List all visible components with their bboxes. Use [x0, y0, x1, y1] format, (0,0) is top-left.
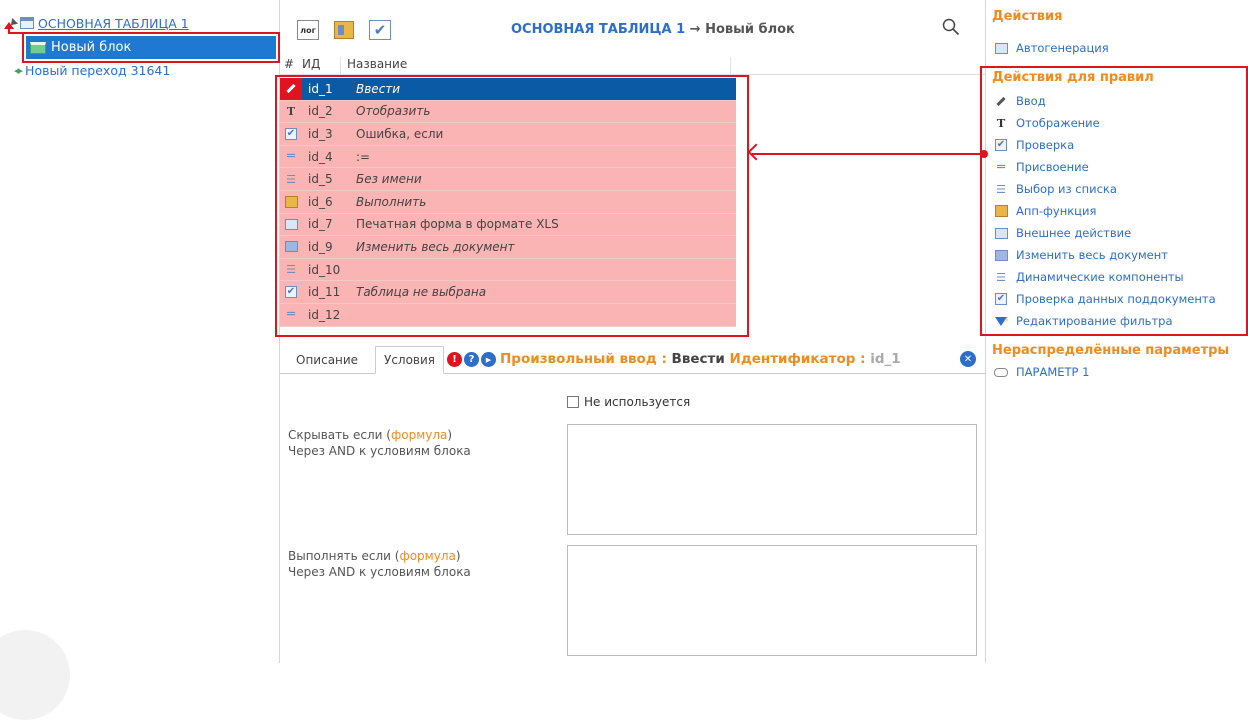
param-label: ПАРАМЕТР 1	[1016, 365, 1090, 379]
highlight-connector-line	[752, 153, 983, 155]
component-name: Ввести	[671, 351, 725, 367]
hide-if-note: Через AND к условиям блока	[288, 444, 471, 458]
log-button[interactable]: лог	[297, 20, 319, 40]
exec-if-note: Через AND к условиям блока	[288, 565, 471, 579]
col-hash[interactable]: #	[280, 57, 300, 74]
help-icon[interactable]: ?	[464, 352, 479, 367]
param-item[interactable]: ПАРАМЕТР 1	[994, 362, 1089, 382]
tree-item-root-table[interactable]: ОСНОВНАЯ ТАБЛИЦА 1	[8, 13, 189, 33]
highlight-box-grid	[275, 75, 749, 337]
identifier-label: Идентификатор :	[724, 351, 871, 367]
exec-if-prefix: Выполнять если (	[288, 549, 400, 563]
parameter-icon	[994, 367, 1008, 377]
play-icon[interactable]: ▶	[481, 352, 496, 367]
params-header: Нераспределённые параметры	[992, 343, 1230, 358]
tree-transition-label: Новый переход 31641	[25, 62, 171, 78]
breadcrumb: ОСНОВНАЯ ТАБЛИЦА 1 → Новый блок	[511, 22, 795, 37]
table-icon	[20, 17, 34, 29]
autogen-label: Автогенерация	[1016, 41, 1109, 55]
search-icon[interactable]	[942, 18, 960, 36]
tree-root-label: ОСНОВНАЯ ТАБЛИЦА 1	[38, 15, 189, 31]
app-function-icon	[334, 21, 354, 39]
help-bubble[interactable]	[0, 630, 70, 720]
exec-if-suffix: )	[455, 549, 461, 563]
actions-header: Действия	[992, 9, 1063, 24]
breadcrumb-table: ОСНОВНАЯ ТАБЛИЦА 1	[511, 22, 686, 37]
highlight-line-tree-horizontal	[8, 32, 23, 34]
transition-arrows-icon: ◂▸	[14, 63, 23, 77]
hide-if-suffix: )	[447, 428, 453, 442]
warning-icon[interactable]: !	[447, 352, 462, 367]
component-type: Произвольный ввод :	[500, 351, 672, 367]
tab-description[interactable]: Описание	[288, 346, 366, 374]
toolbar: лог ✔ ОСНОВНАЯ ТАБЛИЦА 1 → Новый блок	[280, 0, 986, 56]
hide-if-textarea[interactable]	[567, 424, 977, 535]
tab-conditions[interactable]: Условия	[375, 346, 445, 374]
exec-if-formula-link[interactable]: формула	[399, 549, 455, 563]
close-icon[interactable]: ✕	[960, 351, 976, 367]
breadcrumb-block: Новый блок	[705, 22, 795, 37]
highlight-box-tree	[22, 32, 280, 63]
app-function-button[interactable]	[333, 20, 355, 40]
identifier-value: id_1	[870, 351, 901, 367]
tree-pane: ОСНОВНАЯ ТАБЛИЦА 1 Новый блок ◂▸ Новый п…	[0, 0, 280, 720]
col-empty	[730, 57, 986, 74]
hide-if-prefix: Скрывать если (	[288, 428, 391, 442]
autogen-action[interactable]: Автогенерация	[994, 38, 1109, 58]
checkbox[interactable]	[567, 396, 579, 408]
exec-if-label: Выполнять если (формула) Через AND к усл…	[288, 548, 471, 580]
hide-if-formula-link[interactable]: формула	[391, 428, 447, 442]
grid-header: # ИД Название	[280, 57, 986, 75]
highlight-box-actions	[980, 66, 1248, 336]
tree-item-transition[interactable]: ◂▸ Новый переход 31641	[14, 60, 170, 80]
hide-if-label: Скрывать если (формула) Через AND к усло…	[288, 427, 471, 459]
exec-if-textarea[interactable]	[567, 545, 977, 656]
check-button[interactable]: ✔	[369, 20, 391, 40]
unused-label: Не используется	[584, 395, 691, 409]
checkmark-icon: ✔	[373, 21, 387, 39]
highlight-connector-dot	[980, 150, 988, 158]
editor-pane: лог ✔ ОСНОВНАЯ ТАБЛИЦА 1 → Новый блок # …	[275, 0, 986, 663]
col-name[interactable]: Название	[340, 57, 730, 74]
autogen-icon	[994, 42, 1008, 54]
unused-checkbox[interactable]: Не используется	[567, 395, 690, 409]
actions-pane: Действия Автогенерация Действия для прав…	[980, 0, 1248, 663]
col-id[interactable]: ИД	[300, 57, 340, 74]
breadcrumb-arrow: →	[685, 22, 706, 37]
detail-title: Произвольный ввод : Ввести Идентификатор…	[500, 351, 901, 367]
detail-tabs: Описание Условия ! ? ▶ Произвольный ввод…	[280, 344, 986, 374]
